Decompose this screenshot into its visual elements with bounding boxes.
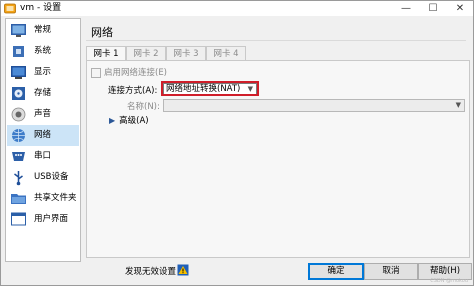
name-select[interactable]: ▼ — [163, 99, 465, 112]
chevron-down-icon: ▼ — [455, 101, 461, 109]
sidebar-item-label: 系统 — [34, 46, 52, 56]
name-label: 名称(N): — [127, 102, 160, 112]
sidebar-item-user-interface[interactable]: 用户界面 — [7, 209, 79, 230]
sidebar-item-storage[interactable]: 存储 — [7, 83, 79, 104]
folder-icon — [11, 194, 26, 204]
expand-arrow-icon: ▶ — [109, 116, 116, 125]
maximize-button[interactable]: ☐ — [420, 1, 446, 16]
enable-adapter-label: 启用网络连接(E) — [104, 68, 168, 78]
sidebar-item-usb[interactable]: USB设备 — [7, 167, 79, 188]
advanced-label: 高级(A) — [119, 116, 149, 126]
serial-port-icon — [12, 152, 25, 161]
sidebar-item-label: 声音 — [34, 109, 52, 119]
attached-to-label: 连接方式(A): — [108, 86, 158, 96]
title-divider — [86, 40, 466, 41]
page-title: 网络 — [91, 26, 113, 39]
sidebar-item-serial[interactable]: 串口 — [7, 146, 79, 167]
sidebar-item-label: 网络 — [34, 130, 52, 140]
advanced-toggle[interactable]: ▶ 高级(A) — [109, 114, 149, 126]
warning-icon[interactable] — [177, 264, 189, 276]
settings-sidebar: 常规 系统 显示 存储 声音 网络 串口 USB设备 共享文件夹 用户界面 — [5, 18, 81, 262]
adapter-panel: 启用网络连接(E) 连接方式(A): 网络地址转换(NAT) ▼ 名称(N): … — [86, 60, 470, 258]
speaker-icon — [11, 107, 26, 122]
ok-button[interactable]: 确定 — [308, 263, 364, 280]
virtualbox-app-icon — [4, 3, 16, 14]
sidebar-item-label: 显示 — [34, 67, 52, 77]
watermark: CSDN @mokou — [430, 278, 468, 284]
sidebar-item-network[interactable]: 网络 — [7, 125, 79, 146]
minimize-button[interactable]: — — [393, 1, 419, 16]
usb-icon — [14, 171, 23, 186]
disk-icon — [12, 87, 25, 100]
close-button[interactable]: ✕ — [447, 1, 473, 16]
sidebar-item-display[interactable]: 显示 — [7, 62, 79, 83]
cancel-button[interactable]: 取消 — [364, 263, 418, 280]
sidebar-item-label: 共享文件夹 — [34, 193, 77, 203]
sidebar-item-label: USB设备 — [34, 172, 69, 182]
display-icon — [11, 66, 26, 79]
enable-adapter-checkbox[interactable] — [91, 68, 101, 78]
title-bar: vm - 设置 — ☐ ✕ — [1, 1, 473, 16]
sidebar-item-audio[interactable]: 声音 — [7, 104, 79, 125]
monitor-icon — [11, 24, 26, 37]
sidebar-item-label: 串口 — [34, 151, 52, 161]
network-icon — [12, 129, 25, 142]
sidebar-item-system[interactable]: 系统 — [7, 41, 79, 62]
chip-icon — [13, 46, 24, 57]
invalid-settings-text: 发现无效设置 — [125, 267, 177, 277]
highlight-box — [161, 81, 259, 96]
sidebar-item-general[interactable]: 常规 — [7, 20, 79, 41]
sidebar-item-label: 常规 — [34, 25, 52, 35]
sidebar-item-shared-folders[interactable]: 共享文件夹 — [7, 188, 79, 209]
sidebar-item-label: 存储 — [34, 88, 52, 98]
window-title: vm - 设置 — [20, 3, 62, 13]
window-icon — [11, 212, 26, 226]
sidebar-item-label: 用户界面 — [34, 214, 69, 224]
